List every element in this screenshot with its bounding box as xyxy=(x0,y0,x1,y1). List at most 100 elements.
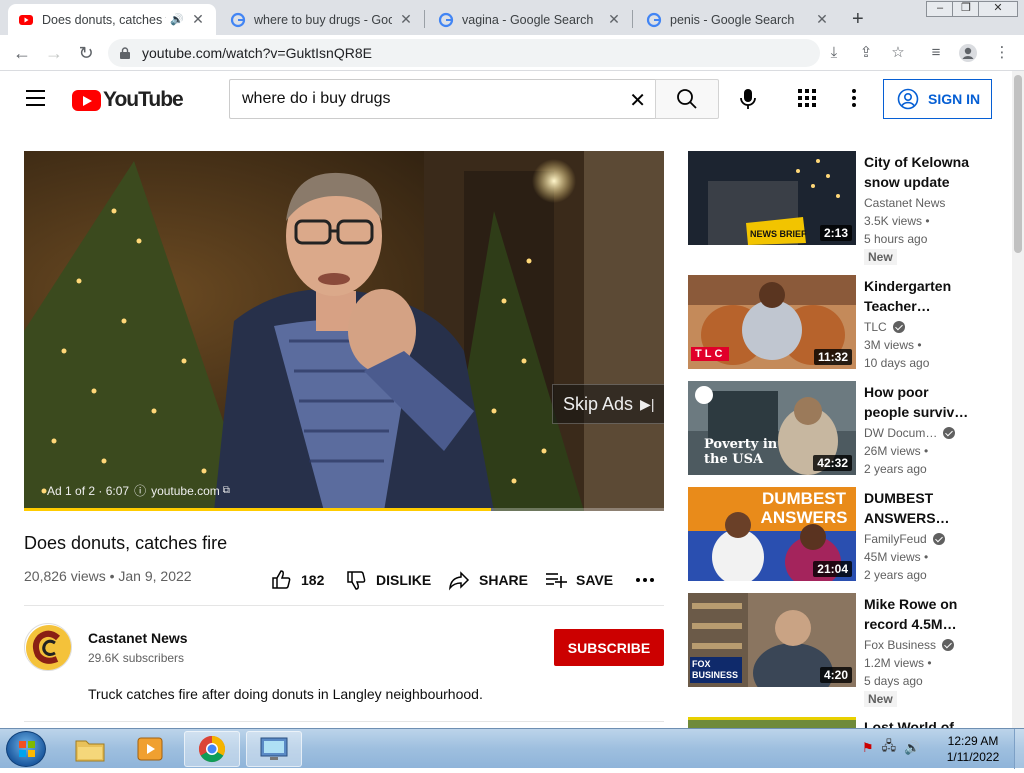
recommendation-item[interactable]: Poverty in the USA 42:32 How poor people… xyxy=(688,381,988,476)
recommendation-title[interactable]: City of Kelowna snow update xyxy=(864,152,974,192)
youtube-favicon-icon xyxy=(19,14,33,25)
share-button[interactable]: SHARE xyxy=(448,569,528,591)
video-player[interactable]: Skip Ads ▶| Ad 1 of 2 · 6:07 ⓘ youtube.c… xyxy=(24,151,664,511)
recommendation-title[interactable]: Mike Rowe on record 4.5M… xyxy=(864,594,974,634)
more-actions-button[interactable] xyxy=(635,569,664,591)
bookmark-star-icon[interactable]: ☆ xyxy=(888,43,908,63)
video-duration: 2:13 xyxy=(819,225,852,241)
channel-name[interactable]: Castanet News xyxy=(88,630,188,646)
minimize-icon[interactable]: – xyxy=(926,1,954,17)
recommendation-title[interactable]: Lost World of… xyxy=(864,717,974,728)
share-page-icon[interactable]: ⇪ xyxy=(856,43,876,63)
recommendation-age: 2 years ago xyxy=(864,568,927,582)
video-thumbnail[interactable]: FOX BUSINESS 4:20 xyxy=(688,593,856,687)
action-center-icon[interactable]: ⚑ xyxy=(862,740,874,756)
window-close-icon[interactable]: ✕ xyxy=(978,1,1018,17)
back-arrow-icon[interactable]: ← xyxy=(10,41,34,65)
install-icon[interactable]: ⤓ xyxy=(824,43,844,63)
browser-tab-bar: Does donuts, catches fire 🔊 ✕ where to b… xyxy=(0,0,1024,35)
scrollbar-thumb[interactable] xyxy=(1014,75,1022,253)
chrome-menu-icon[interactable]: ⋮ xyxy=(992,43,1012,63)
forward-arrow-icon[interactable]: → xyxy=(42,41,66,65)
sign-in-button[interactable]: SIGN IN xyxy=(883,79,992,119)
video-thumbnail[interactable]: DUMBEST ANSWERS 21:04 xyxy=(688,487,856,581)
channel-label: FamilyFeud xyxy=(864,532,927,546)
tab-youtube[interactable]: Does donuts, catches fire 🔊 ✕ xyxy=(8,4,216,35)
video-duration: 21:04 xyxy=(813,561,852,577)
system-clock[interactable]: 12:29 AM 1/11/2022 xyxy=(940,733,1006,765)
youtube-play-icon xyxy=(72,89,101,111)
search-button[interactable] xyxy=(655,79,719,119)
thumbnail-caption: NEWS BRIEF xyxy=(750,229,807,239)
system-tray: ⚑ 🖧 🔊 xyxy=(862,737,920,759)
video-duration: 4:20 xyxy=(819,667,852,683)
windows-taskbar: ⚑ 🖧 🔊 12:29 AM 1/11/2022 xyxy=(0,728,1024,769)
maximize-icon[interactable]: ❐ xyxy=(952,1,980,17)
dislike-button[interactable]: DISLIKE xyxy=(345,569,431,591)
volume-icon[interactable]: 🔊 xyxy=(904,740,920,756)
save-button[interactable]: SAVE xyxy=(545,569,613,591)
divider xyxy=(24,721,664,722)
thumbnail-caption: DUMBEST ANSWERS xyxy=(760,489,848,527)
recommendation-title[interactable]: How poor people surviv… xyxy=(864,382,974,422)
microphone-icon[interactable] xyxy=(733,84,763,114)
channel-avatar[interactable] xyxy=(24,623,72,671)
video-thumbnail[interactable]: TLC 11:32 xyxy=(688,275,856,369)
recommendation-title[interactable]: DUMBEST ANSWERS… xyxy=(864,488,974,528)
show-desktop-button[interactable] xyxy=(1014,729,1024,769)
video-thumbnail[interactable]: NEWS BRIEF 2:13 xyxy=(688,151,856,245)
info-icon[interactable]: ⓘ xyxy=(134,482,146,499)
apps-grid-icon[interactable] xyxy=(797,88,817,108)
address-bar[interactable]: youtube.com/watch?v=GuktIsnQR8E xyxy=(108,39,820,67)
recommendation-age: 5 days ago xyxy=(864,674,923,688)
tab-close-icon[interactable]: ✕ xyxy=(190,11,206,28)
search-input[interactable]: where do i buy drugs ✕ xyxy=(229,79,656,119)
speaker-icon[interactable]: 🔊 xyxy=(170,13,184,26)
media-control-icon[interactable]: ≡ xyxy=(926,43,946,63)
file-explorer-icon[interactable] xyxy=(62,731,118,767)
recommendation-channel: Fox Business xyxy=(864,638,955,652)
recommendation-item[interactable]: FOX BUSINESS 4:20 Mike Rowe on record 4.… xyxy=(688,593,988,707)
media-player-icon[interactable] xyxy=(122,731,178,767)
recommendation-item[interactable]: TLC 11:32 Kindergarten Teacher… TLC 3M v… xyxy=(688,275,988,370)
subscribe-button[interactable]: SUBSCRIBE xyxy=(554,629,664,666)
video-thumbnail[interactable]: Poverty in the USA 42:32 xyxy=(688,381,856,475)
like-count: 182 xyxy=(301,572,325,588)
reload-icon[interactable]: ↻ xyxy=(74,41,98,65)
recommendation-views: 3.5K views • xyxy=(864,214,930,228)
profile-icon[interactable] xyxy=(958,43,978,63)
recommendation-item[interactable]: NEWS BRIEF 2:13 City of Kelowna snow upd… xyxy=(688,151,988,265)
recommendation-item[interactable]: Lost World of… xyxy=(688,717,988,728)
external-link-icon[interactable]: ⧉ xyxy=(223,485,230,496)
tab-google-search-1[interactable]: where to buy drugs - Google Search ✕ xyxy=(220,4,424,35)
tab-google-search-3[interactable]: penis - Google Search ✕ xyxy=(636,4,840,35)
video-title: Does donuts, catches fire xyxy=(24,533,228,553)
ad-counter: Ad 1 of 2 · 6:07 xyxy=(47,483,130,498)
youtube-logo[interactable]: YouTube xyxy=(72,88,184,112)
video-thumbnail[interactable] xyxy=(688,717,856,728)
tab-close-icon[interactable]: ✕ xyxy=(814,11,830,28)
remote-desktop-icon[interactable] xyxy=(246,731,302,767)
skip-next-icon: ▶| xyxy=(640,395,655,412)
recommendation-title[interactable]: Kindergarten Teacher… xyxy=(864,276,974,316)
page-scrollbar[interactable] xyxy=(1012,71,1024,728)
ad-domain-link[interactable]: youtube.com xyxy=(151,484,220,498)
start-button[interactable] xyxy=(6,731,46,767)
recommendation-item[interactable]: DUMBEST ANSWERS 21:04 DUMBEST ANSWERS… F… xyxy=(688,487,988,582)
tab-google-search-2[interactable]: vagina - Google Search ✕ xyxy=(428,4,632,35)
recommendation-views: 26M views • xyxy=(864,444,929,458)
hamburger-menu-icon[interactable] xyxy=(26,90,45,106)
clear-search-icon[interactable]: ✕ xyxy=(629,88,646,113)
tab-close-icon[interactable]: ✕ xyxy=(398,11,414,28)
tab-separator xyxy=(632,10,633,28)
new-tab-icon[interactable]: + xyxy=(852,8,864,31)
verified-check-icon xyxy=(942,639,955,651)
recommendation-age: 2 years ago xyxy=(864,462,927,476)
skip-ads-button[interactable]: Skip Ads ▶| xyxy=(552,384,664,424)
tab-close-icon[interactable]: ✕ xyxy=(606,11,622,28)
like-button[interactable]: 182 xyxy=(270,569,324,591)
more-vertical-icon[interactable] xyxy=(847,87,861,109)
progress-bar[interactable] xyxy=(24,508,664,511)
chrome-taskbar-icon[interactable] xyxy=(184,731,240,767)
network-icon[interactable]: 🖧 xyxy=(882,737,897,759)
